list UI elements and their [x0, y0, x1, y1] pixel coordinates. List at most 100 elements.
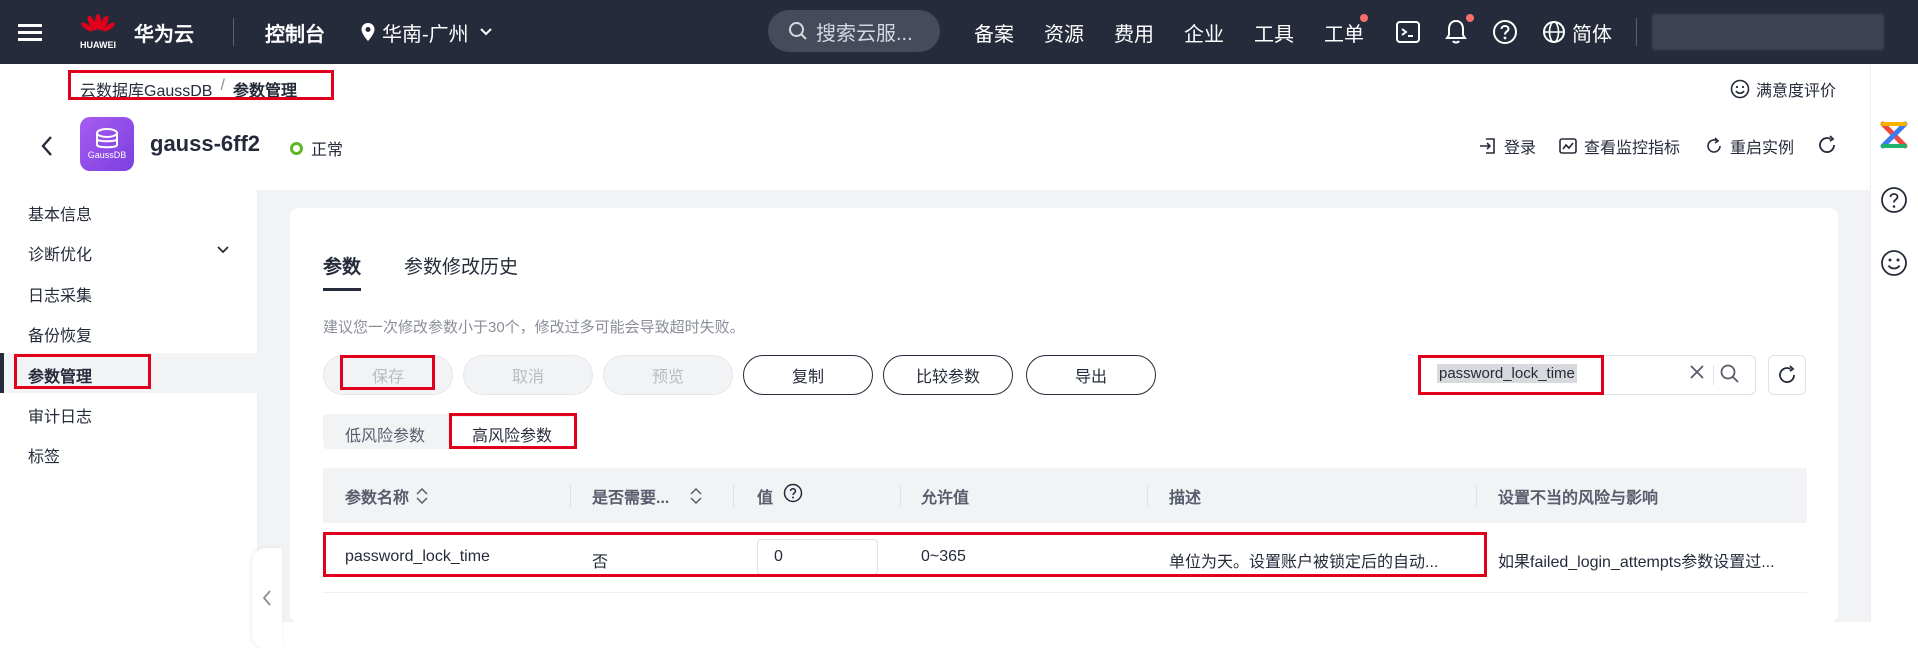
- status-badge: 正常: [290, 136, 343, 160]
- sidebar-item-backup-restore[interactable]: 备份恢复: [28, 322, 92, 346]
- restart-icon: [1707, 137, 1721, 153]
- login-button[interactable]: 登录: [1478, 134, 1536, 158]
- column-header-risk: 设置不当的风险与影响: [1498, 490, 1659, 507]
- highlight-box-sidebar: [14, 354, 151, 389]
- column-header-name[interactable]: 参数名称: [345, 484, 429, 508]
- notification-badge-dot: [1466, 14, 1474, 22]
- ticket-badge-dot: [1360, 14, 1368, 22]
- column-header-description: 描述: [1169, 490, 1202, 507]
- sidebar-active-indicator: [0, 353, 4, 393]
- highlight-box-row: [323, 532, 1487, 577]
- sidebar-collapse-button[interactable]: [252, 548, 282, 648]
- refresh-icon: [1779, 365, 1795, 383]
- cell-risk: 如果failed_login_attempts参数设置过...: [1498, 554, 1775, 571]
- column-divider: [570, 485, 571, 507]
- nav-billing[interactable]: 费用: [1114, 0, 1154, 64]
- smile-icon: [1730, 79, 1750, 99]
- sidebar-item-basic-info[interactable]: 基本信息: [28, 201, 92, 225]
- sort-icon[interactable]: [415, 487, 429, 505]
- preview-button[interactable]: 预览: [603, 355, 733, 395]
- login-label: 登录: [1504, 140, 1537, 157]
- column-header-restart-label: 是否需要...: [592, 490, 670, 507]
- sidebar-item-log-collection[interactable]: 日志采集: [28, 282, 92, 306]
- column-header-name-label: 参数名称: [345, 490, 410, 507]
- global-search-placeholder: 搜索云服...: [816, 22, 913, 45]
- row-divider: [323, 592, 1807, 593]
- gaussdb-icon: GaussDB: [80, 117, 134, 171]
- column-divider: [1476, 485, 1477, 507]
- view-metrics-label: 查看监控指标: [1584, 140, 1681, 157]
- assistant-logo-icon[interactable]: [1877, 118, 1911, 157]
- nav-enterprise[interactable]: 企业: [1184, 0, 1224, 64]
- cancel-button[interactable]: 取消: [463, 355, 593, 395]
- chevron-left-icon: [41, 136, 52, 156]
- cloud-shell-icon[interactable]: [1396, 0, 1420, 64]
- sidebar-item-tags[interactable]: 标签: [28, 443, 60, 467]
- column-header-value: 值: [757, 483, 803, 508]
- nav-tickets[interactable]: 工单: [1324, 0, 1364, 64]
- menu-icon[interactable]: [18, 0, 46, 64]
- column-header-value-label: 值: [757, 490, 774, 507]
- view-metrics-button[interactable]: 查看监控指标: [1558, 134, 1680, 158]
- language-label: 简体: [1572, 23, 1612, 46]
- nav-resources[interactable]: 资源: [1044, 0, 1084, 64]
- hint-text: 建议您一次修改参数小于30个，修改过多可能会导致超时失败。: [323, 319, 745, 336]
- region-selector[interactable]: 华南-广州: [360, 0, 493, 64]
- satisfaction-label: 满意度评价: [1756, 83, 1837, 100]
- status-ring-icon: [290, 141, 303, 155]
- clear-icon[interactable]: [1689, 360, 1705, 386]
- export-button[interactable]: 导出: [1026, 355, 1156, 395]
- gaussdb-icon-caption: GaussDB: [87, 150, 127, 160]
- nav-beian[interactable]: 备案: [974, 0, 1014, 64]
- divider: [233, 18, 234, 46]
- user-account-menu[interactable]: [1652, 14, 1884, 50]
- column-divider: [1147, 485, 1148, 507]
- search-icon[interactable]: [1719, 360, 1741, 390]
- nav-tools[interactable]: 工具: [1254, 0, 1294, 64]
- divider: [1636, 18, 1637, 46]
- region-label: 华南-广州: [382, 23, 469, 46]
- column-divider: [733, 485, 734, 507]
- tab-parameters[interactable]: 参数: [323, 252, 361, 279]
- tab-parameter-history[interactable]: 参数修改历史: [404, 252, 518, 279]
- language-selector[interactable]: 简体: [1542, 0, 1612, 64]
- console-link[interactable]: 控制台: [265, 0, 325, 64]
- segment-low-risk[interactable]: 低风险参数: [345, 422, 425, 446]
- sort-icon[interactable]: [689, 487, 703, 505]
- globe-icon: [1543, 21, 1565, 43]
- column-header-restart[interactable]: 是否需要...: [592, 484, 703, 508]
- search-icon: [789, 22, 807, 40]
- global-search[interactable]: 搜索云服...: [768, 10, 940, 52]
- refresh-page-button[interactable]: [1816, 134, 1838, 156]
- refresh-list-button[interactable]: [1768, 355, 1806, 395]
- highlight-box-search: [1418, 355, 1604, 395]
- help-icon[interactable]: [1492, 0, 1518, 64]
- satisfaction-link[interactable]: 满意度评价: [1730, 77, 1836, 101]
- back-button[interactable]: [40, 133, 54, 164]
- copy-button[interactable]: 复制: [743, 355, 873, 395]
- help-icon[interactable]: [1880, 186, 1908, 219]
- location-pin-icon: [361, 23, 375, 41]
- brand-caption: HUAWEI: [80, 40, 116, 50]
- huawei-petals-icon: [81, 14, 115, 32]
- compare-parameters-button[interactable]: 比较参数: [883, 355, 1013, 395]
- instance-name: gauss-6ff2: [150, 131, 261, 156]
- huawei-logo[interactable]: HUAWEI: [78, 0, 118, 64]
- brand-name[interactable]: 华为云: [134, 0, 194, 64]
- sidebar-item-audit-log[interactable]: 审计日志: [28, 403, 92, 427]
- help-icon[interactable]: [783, 483, 803, 503]
- sidebar-item-diagnostics[interactable]: 诊断优化: [28, 241, 92, 265]
- chevron-left-icon: [262, 590, 271, 606]
- refresh-icon: [1819, 135, 1835, 153]
- feedback-smile-icon[interactable]: [1880, 249, 1908, 282]
- tab-active-underline: [323, 288, 361, 291]
- search-divider: [1713, 365, 1714, 385]
- chevron-down-icon[interactable]: [216, 245, 230, 255]
- restart-instance-label: 重启实例: [1730, 140, 1795, 157]
- highlight-box-segment: [449, 413, 577, 449]
- status-label: 正常: [311, 142, 344, 159]
- bell-icon[interactable]: [1444, 0, 1468, 64]
- chevron-down-icon: [479, 28, 492, 36]
- column-divider: [900, 485, 901, 507]
- restart-instance-button[interactable]: 重启实例: [1704, 134, 1794, 158]
